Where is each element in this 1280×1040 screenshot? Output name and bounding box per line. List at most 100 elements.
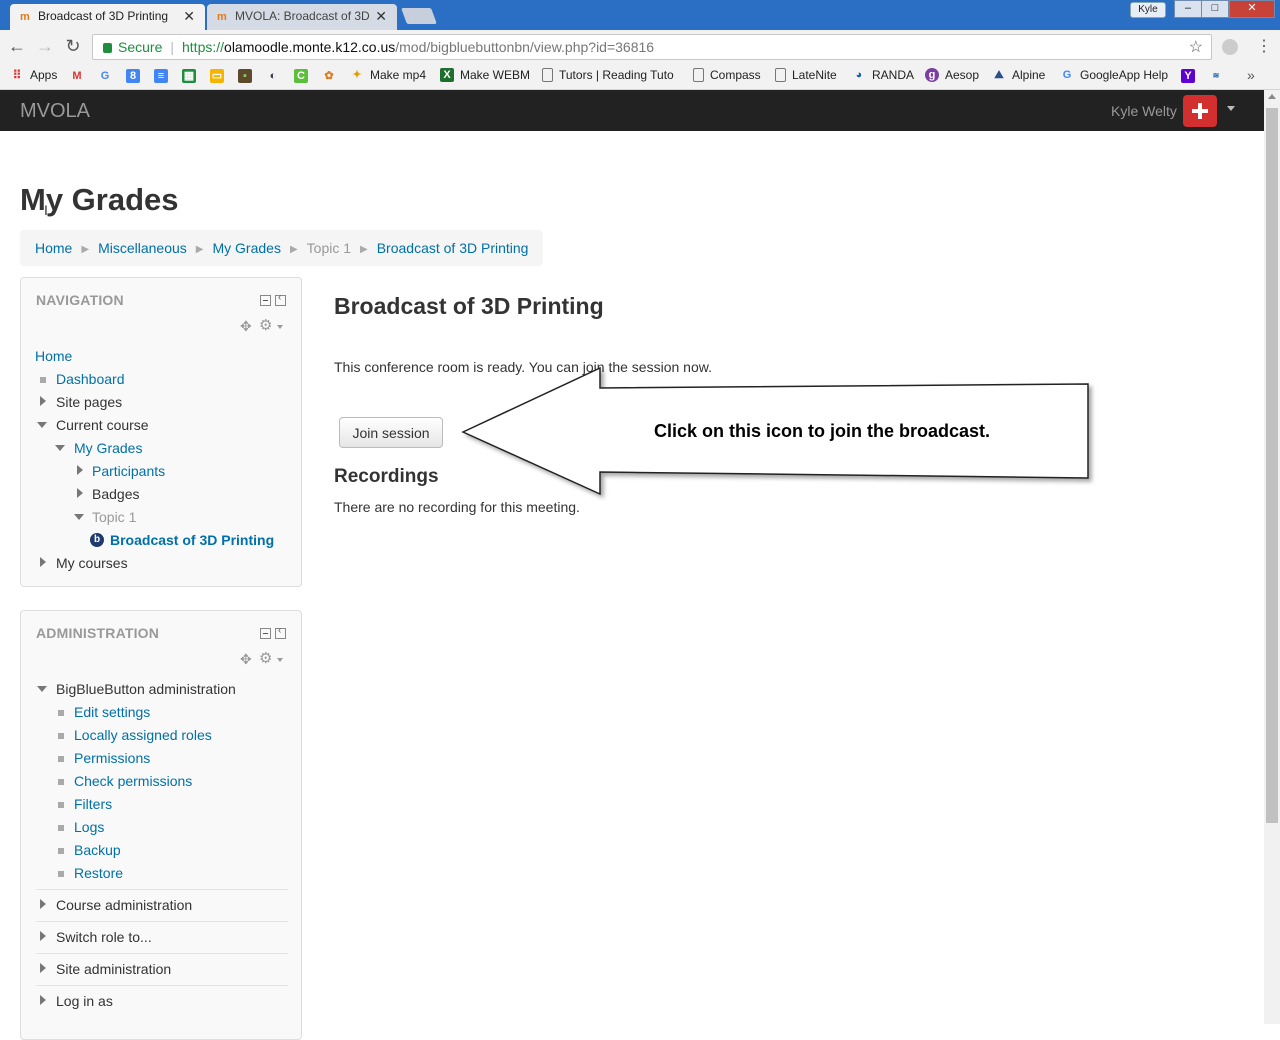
bookmark-googleapp-help[interactable]: G GoogleApp Help	[1060, 68, 1168, 82]
gear-caret-icon[interactable]	[277, 658, 283, 662]
hide-block-icon[interactable]	[260, 628, 271, 639]
move-block-icon[interactable]: ✥	[240, 318, 252, 335]
nav-item-site-pages[interactable]: Site pages	[56, 394, 122, 410]
maximize-button[interactable]: □	[1201, 0, 1229, 18]
expand-arrow-icon[interactable]	[40, 557, 46, 567]
calendar-icon[interactable]: 8	[126, 69, 140, 83]
admin-item-edit-settings[interactable]: Edit settings	[74, 704, 150, 720]
bookmark-latenite[interactable]: LateNite	[775, 68, 837, 82]
expand-arrow-icon[interactable]	[40, 931, 46, 941]
admin-item-site-administration[interactable]: Site administration	[56, 961, 171, 977]
yahoo-icon[interactable]: Y	[1181, 69, 1195, 83]
user-name[interactable]: Kyle Welty	[1111, 103, 1177, 119]
nav-item-badges[interactable]: Badges	[92, 486, 139, 502]
bookmark-make-mp4[interactable]: ✦ Make mp4	[350, 68, 426, 82]
admin-item-backup[interactable]: Backup	[74, 842, 121, 858]
minimize-button[interactable]: –	[1174, 0, 1202, 18]
admin-item-switch-role[interactable]: Switch role to...	[56, 929, 152, 945]
back-arrow-icon[interactable]: ←	[6, 36, 28, 57]
join-session-button[interactable]: Join session	[339, 417, 443, 448]
collapse-arrow-icon[interactable]	[74, 514, 84, 520]
breadcrumb-miscellaneous[interactable]: Miscellaneous	[98, 240, 187, 256]
nav-item-dashboard[interactable]: Dashboard	[56, 371, 125, 387]
nav-item-my-grades[interactable]: My Grades	[74, 440, 142, 456]
admin-item-filters[interactable]: Filters	[74, 796, 112, 812]
docs-icon[interactable]: ≡	[154, 69, 168, 83]
tab-close-icon[interactable]: ✕	[375, 8, 387, 25]
nav-item-broadcast[interactable]: Broadcast of 3D Printing	[110, 532, 274, 548]
expand-arrow-icon[interactable]	[77, 465, 83, 475]
dock-block-icon[interactable]	[275, 625, 286, 639]
pattern-icon[interactable]: ✿	[322, 69, 336, 83]
scroll-up-arrow-icon[interactable]	[1268, 94, 1276, 99]
admin-item-check-permissions[interactable]: Check permissions	[74, 773, 192, 789]
expand-arrow-icon[interactable]	[77, 488, 83, 498]
admin-item-restore[interactable]: Restore	[74, 865, 123, 881]
bookmark-star-icon[interactable]: ☆	[1189, 37, 1203, 57]
breadcrumb-broadcast[interactable]: Broadcast of 3D Printing	[377, 240, 529, 256]
tab-inactive[interactable]: m MVOLA: Broadcast of 3D ✕	[207, 4, 397, 30]
scrollbar-thumb[interactable]	[1266, 108, 1278, 823]
gmail-icon[interactable]: M	[70, 69, 84, 83]
sxm-icon[interactable]: ≋	[1209, 69, 1223, 83]
block-settings-gear-icon[interactable]: ⚙	[259, 649, 272, 667]
reload-icon[interactable]: ↻	[62, 36, 84, 57]
breadcrumb-my-grades[interactable]: My Grades	[212, 240, 280, 256]
administration-block: ADMINISTRATION ✥ ⚙ BigBlueButton adminis…	[20, 610, 302, 1040]
page-scrollbar[interactable]	[1264, 90, 1280, 1024]
tab-close-icon[interactable]: ✕	[183, 8, 195, 25]
expand-arrow-icon[interactable]	[40, 963, 46, 973]
extension-icon[interactable]	[1222, 39, 1238, 55]
expand-arrow-icon[interactable]	[40, 899, 46, 909]
dock-block-icon[interactable]	[275, 292, 286, 306]
address-bar[interactable]: Secure | https://olamoodle.monte.k12.co.us…	[92, 34, 1212, 60]
sheets-icon[interactable]: ▦	[182, 69, 196, 83]
nav-item-topic-1[interactable]: Topic 1	[92, 509, 136, 525]
admin-item-permissions[interactable]: Permissions	[74, 750, 150, 766]
bookmark-tutors[interactable]: Tutors | Reading Tuto	[542, 68, 678, 82]
tab-active[interactable]: m Broadcast of 3D Printing ✕	[10, 4, 205, 30]
admin-item-log-in-as[interactable]: Log in as	[56, 993, 113, 1009]
bookmark-apps[interactable]: ⠿ Apps	[10, 68, 58, 82]
bookmark-compass[interactable]: Compass	[693, 68, 761, 82]
nav-item-current-course[interactable]: Current course	[56, 417, 149, 433]
nav-item-home[interactable]: Home	[35, 348, 72, 364]
collapse-arrow-icon[interactable]	[37, 422, 47, 428]
admin-item-course-administration[interactable]: Course administration	[56, 897, 192, 913]
bookmark-aesop[interactable]: g Aesop	[925, 68, 979, 82]
collapse-arrow-icon[interactable]	[37, 686, 47, 692]
collapse-arrow-icon[interactable]	[55, 445, 65, 451]
bookmark-make-webm[interactable]: X Make WEBM	[440, 68, 530, 82]
bookmarks-overflow-icon[interactable]: »	[1247, 67, 1255, 83]
window-close-button[interactable]: ✕	[1229, 0, 1275, 18]
profile-button[interactable]: Kyle	[1130, 2, 1166, 18]
red-cross-logo-icon	[1192, 103, 1208, 119]
admin-section-bigbluebutton[interactable]: BigBlueButton administration	[56, 681, 236, 697]
classroom-icon[interactable]: C	[294, 69, 308, 83]
new-tab-button[interactable]	[401, 8, 437, 24]
browser-menu-icon[interactable]: ⋮	[1256, 36, 1272, 56]
bookmark-alpine[interactable]: ⛰ Alpine	[992, 68, 1045, 82]
admin-item-locally-assigned-roles[interactable]: Locally assigned roles	[74, 727, 212, 743]
minecraft-icon[interactable]: ▪	[238, 69, 252, 83]
slides-icon[interactable]: ▭	[210, 69, 224, 83]
avatar[interactable]	[1183, 95, 1217, 127]
bookmark-randa[interactable]: ◕ RANDA	[852, 68, 914, 82]
url-scheme: https://	[182, 39, 225, 55]
app-icon[interactable]: ◐	[266, 69, 280, 83]
forward-arrow-icon[interactable]: →	[34, 36, 56, 57]
breadcrumb-home[interactable]: Home	[35, 240, 72, 256]
expand-arrow-icon[interactable]	[40, 995, 46, 1005]
gear-caret-icon[interactable]	[277, 325, 283, 329]
site-brand[interactable]: MVOLA	[20, 100, 90, 123]
move-block-icon[interactable]: ✥	[240, 651, 252, 668]
user-menu-caret-icon[interactable]	[1227, 106, 1235, 111]
expand-arrow-icon[interactable]	[40, 396, 46, 406]
nav-item-my-courses[interactable]: My courses	[56, 555, 128, 571]
nav-item-participants[interactable]: Participants	[92, 463, 165, 479]
bigbluebutton-icon: b	[90, 533, 104, 547]
block-settings-gear-icon[interactable]: ⚙	[259, 316, 272, 334]
google-icon[interactable]: G	[98, 69, 112, 83]
admin-item-logs[interactable]: Logs	[74, 819, 104, 835]
hide-block-icon[interactable]	[260, 295, 271, 306]
